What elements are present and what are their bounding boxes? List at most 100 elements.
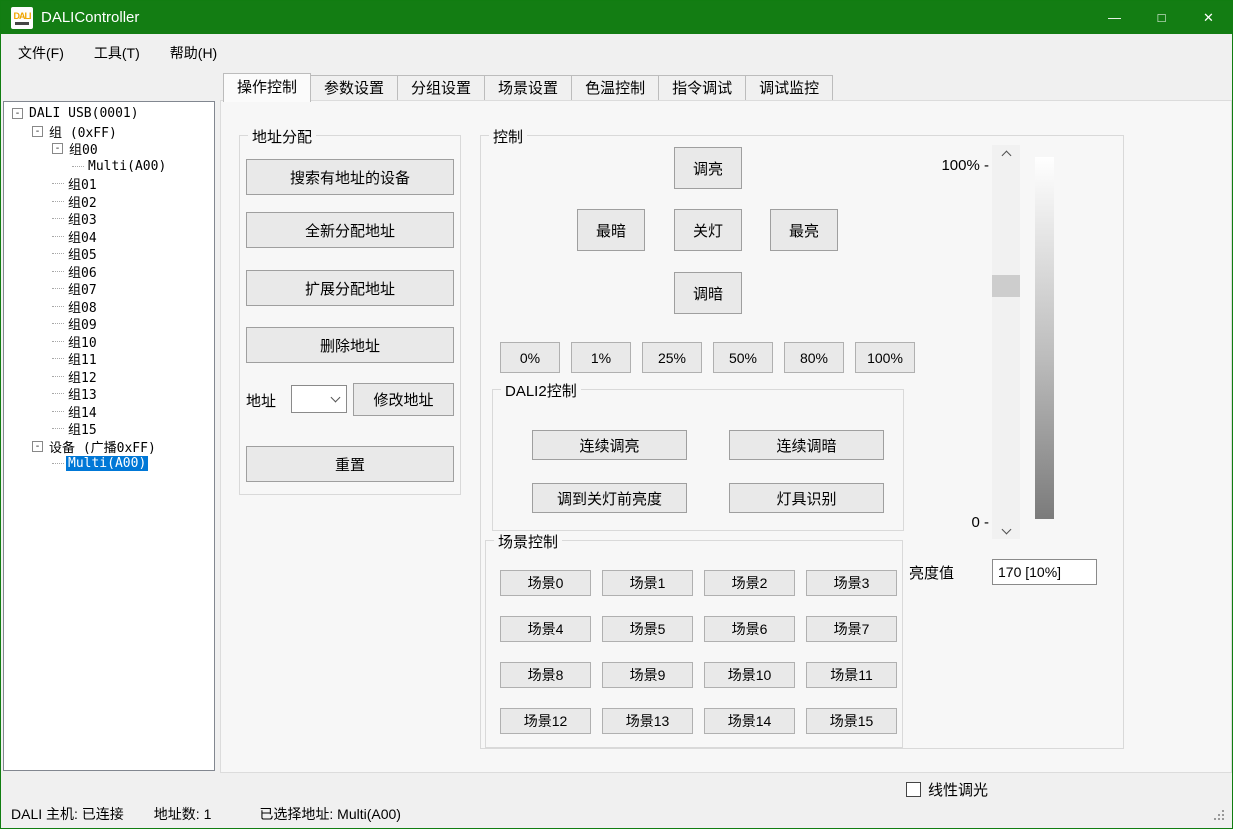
luminaire-identify-button[interactable]: 灯具识别 xyxy=(729,483,884,513)
tree-item-label[interactable]: 设备 (广播0xFF) xyxy=(47,437,158,456)
tab-1[interactable]: 参数设置 xyxy=(311,75,398,101)
percent-button-25[interactable]: 25% xyxy=(642,342,702,373)
minimize-button[interactable]: — xyxy=(1091,1,1138,34)
tree-row[interactable]: -组 (0xFF) xyxy=(4,123,214,141)
tree-row[interactable]: 组10 xyxy=(4,333,214,351)
scene-button-5[interactable]: 场景5 xyxy=(602,616,693,642)
brightest-button[interactable]: 最亮 xyxy=(770,209,838,251)
lamp-off-button[interactable]: 关灯 xyxy=(674,209,742,251)
scene-button-1[interactable]: 场景1 xyxy=(602,570,693,596)
tree-item-label[interactable]: 组14 xyxy=(66,402,99,421)
percent-button-50[interactable]: 50% xyxy=(713,342,773,373)
continuous-brighten-button[interactable]: 连续调亮 xyxy=(532,430,687,460)
scene-button-2[interactable]: 场景2 xyxy=(704,570,795,596)
tree-row[interactable]: 组04 xyxy=(4,228,214,246)
scene-button-7[interactable]: 场景7 xyxy=(806,616,897,642)
tree-item-label[interactable]: 组07 xyxy=(66,279,99,298)
scene-button-4[interactable]: 场景4 xyxy=(500,616,591,642)
dimmest-button[interactable]: 最暗 xyxy=(577,209,645,251)
tree-row[interactable]: 组09 xyxy=(4,315,214,333)
reset-button[interactable]: 重置 xyxy=(246,446,454,482)
tree-row[interactable]: 组14 xyxy=(4,403,214,421)
tree-item-label[interactable]: 组15 xyxy=(66,419,99,438)
tree-row[interactable]: 组11 xyxy=(4,350,214,368)
maximize-button[interactable]: □ xyxy=(1138,1,1185,34)
tree-row[interactable]: -组00 xyxy=(4,140,214,158)
tab-0[interactable]: 操作控制 xyxy=(223,73,311,102)
tree-item-label[interactable]: 组12 xyxy=(66,367,99,386)
search-addressed-devices-button[interactable]: 搜索有地址的设备 xyxy=(246,159,454,195)
scene-button-9[interactable]: 场景9 xyxy=(602,662,693,688)
brightness-value-field[interactable]: 170 [10%] xyxy=(992,559,1097,585)
menu-item-0[interactable]: 文件(F) xyxy=(5,37,77,69)
tab-5[interactable]: 指令调试 xyxy=(659,75,746,101)
tree-item-label[interactable]: 组05 xyxy=(66,244,99,263)
tree-item-label[interactable]: 组02 xyxy=(66,192,99,211)
tree-row[interactable]: 组12 xyxy=(4,368,214,386)
tree-row[interactable]: 组01 xyxy=(4,175,214,193)
menu-item-2[interactable]: 帮助(H) xyxy=(157,37,230,69)
scrollbar-thumb[interactable] xyxy=(992,275,1020,297)
continuous-darken-button[interactable]: 连续调暗 xyxy=(729,430,884,460)
collapse-icon[interactable]: - xyxy=(52,143,63,154)
linear-dimming-checkbox[interactable] xyxy=(906,782,921,797)
scene-button-14[interactable]: 场景14 xyxy=(704,708,795,734)
tree-row[interactable]: 组02 xyxy=(4,193,214,211)
tab-4[interactable]: 色温控制 xyxy=(572,75,659,101)
tree-row[interactable]: 组03 xyxy=(4,210,214,228)
tree-item-label[interactable]: 组03 xyxy=(66,209,99,228)
tree-item-label[interactable]: 组06 xyxy=(66,262,99,281)
scene-button-10[interactable]: 场景10 xyxy=(704,662,795,688)
menu-item-1[interactable]: 工具(T) xyxy=(81,37,153,69)
scene-button-0[interactable]: 场景0 xyxy=(500,570,591,596)
tree-item-label[interactable]: DALI USB(0001) xyxy=(27,106,141,121)
tab-3[interactable]: 场景设置 xyxy=(485,75,572,101)
tree-row[interactable]: -DALI USB(0001) xyxy=(4,105,214,123)
tab-6[interactable]: 调试监控 xyxy=(746,75,833,101)
tree-item-label[interactable]: 组13 xyxy=(66,384,99,403)
modify-address-button[interactable]: 修改地址 xyxy=(353,383,454,416)
scene-button-11[interactable]: 场景11 xyxy=(806,662,897,688)
scene-button-3[interactable]: 场景3 xyxy=(806,570,897,596)
collapse-icon[interactable]: - xyxy=(12,108,23,119)
extend-assign-addresses-button[interactable]: 扩展分配地址 xyxy=(246,270,454,306)
tree-row[interactable]: 组06 xyxy=(4,263,214,281)
tree-item-label[interactable]: Multi(A00) xyxy=(66,456,148,471)
tree-item-label[interactable]: 组04 xyxy=(66,227,99,246)
tree-item-label[interactable]: 组08 xyxy=(66,297,99,316)
scene-button-13[interactable]: 场景13 xyxy=(602,708,693,734)
scene-button-8[interactable]: 场景8 xyxy=(500,662,591,688)
tree-item-label[interactable]: 组01 xyxy=(66,174,99,193)
tree-row[interactable]: 组07 xyxy=(4,280,214,298)
brightness-scrollbar[interactable] xyxy=(992,145,1020,539)
tree-row[interactable]: 组05 xyxy=(4,245,214,263)
percent-button-1[interactable]: 1% xyxy=(571,342,631,373)
scroll-up-icon[interactable] xyxy=(992,145,1020,162)
collapse-icon[interactable]: - xyxy=(32,126,43,137)
scene-button-15[interactable]: 场景15 xyxy=(806,708,897,734)
tree-row[interactable]: Multi(A00) xyxy=(4,455,214,473)
scroll-down-icon[interactable] xyxy=(992,522,1020,539)
brighten-button[interactable]: 调亮 xyxy=(674,147,742,189)
close-button[interactable]: ✕ xyxy=(1185,1,1232,34)
tree-item-label[interactable]: Multi(A00) xyxy=(86,159,168,174)
scene-button-12[interactable]: 场景12 xyxy=(500,708,591,734)
percent-button-80[interactable]: 80% xyxy=(784,342,844,373)
tree-item-label[interactable]: 组00 xyxy=(67,139,100,158)
tree-item-label[interactable]: 组11 xyxy=(66,349,99,368)
resize-grip-icon[interactable] xyxy=(1214,810,1226,822)
delete-address-button[interactable]: 删除地址 xyxy=(246,327,454,363)
address-select[interactable] xyxy=(291,385,347,413)
tree-row[interactable]: 组13 xyxy=(4,385,214,403)
tree-item-label[interactable]: 组 (0xFF) xyxy=(47,122,119,141)
tree-item-label[interactable]: 组09 xyxy=(66,314,99,333)
tree-row[interactable]: Multi(A00) xyxy=(4,158,214,176)
collapse-icon[interactable]: - xyxy=(32,441,43,452)
assign-new-addresses-button[interactable]: 全新分配地址 xyxy=(246,212,454,248)
tree-row[interactable]: -设备 (广播0xFF) xyxy=(4,438,214,456)
percent-button-0[interactable]: 0% xyxy=(500,342,560,373)
tree-row[interactable]: 组15 xyxy=(4,420,214,438)
scene-button-6[interactable]: 场景6 xyxy=(704,616,795,642)
darken-button[interactable]: 调暗 xyxy=(674,272,742,314)
recall-pre-off-level-button[interactable]: 调到关灯前亮度 xyxy=(532,483,687,513)
